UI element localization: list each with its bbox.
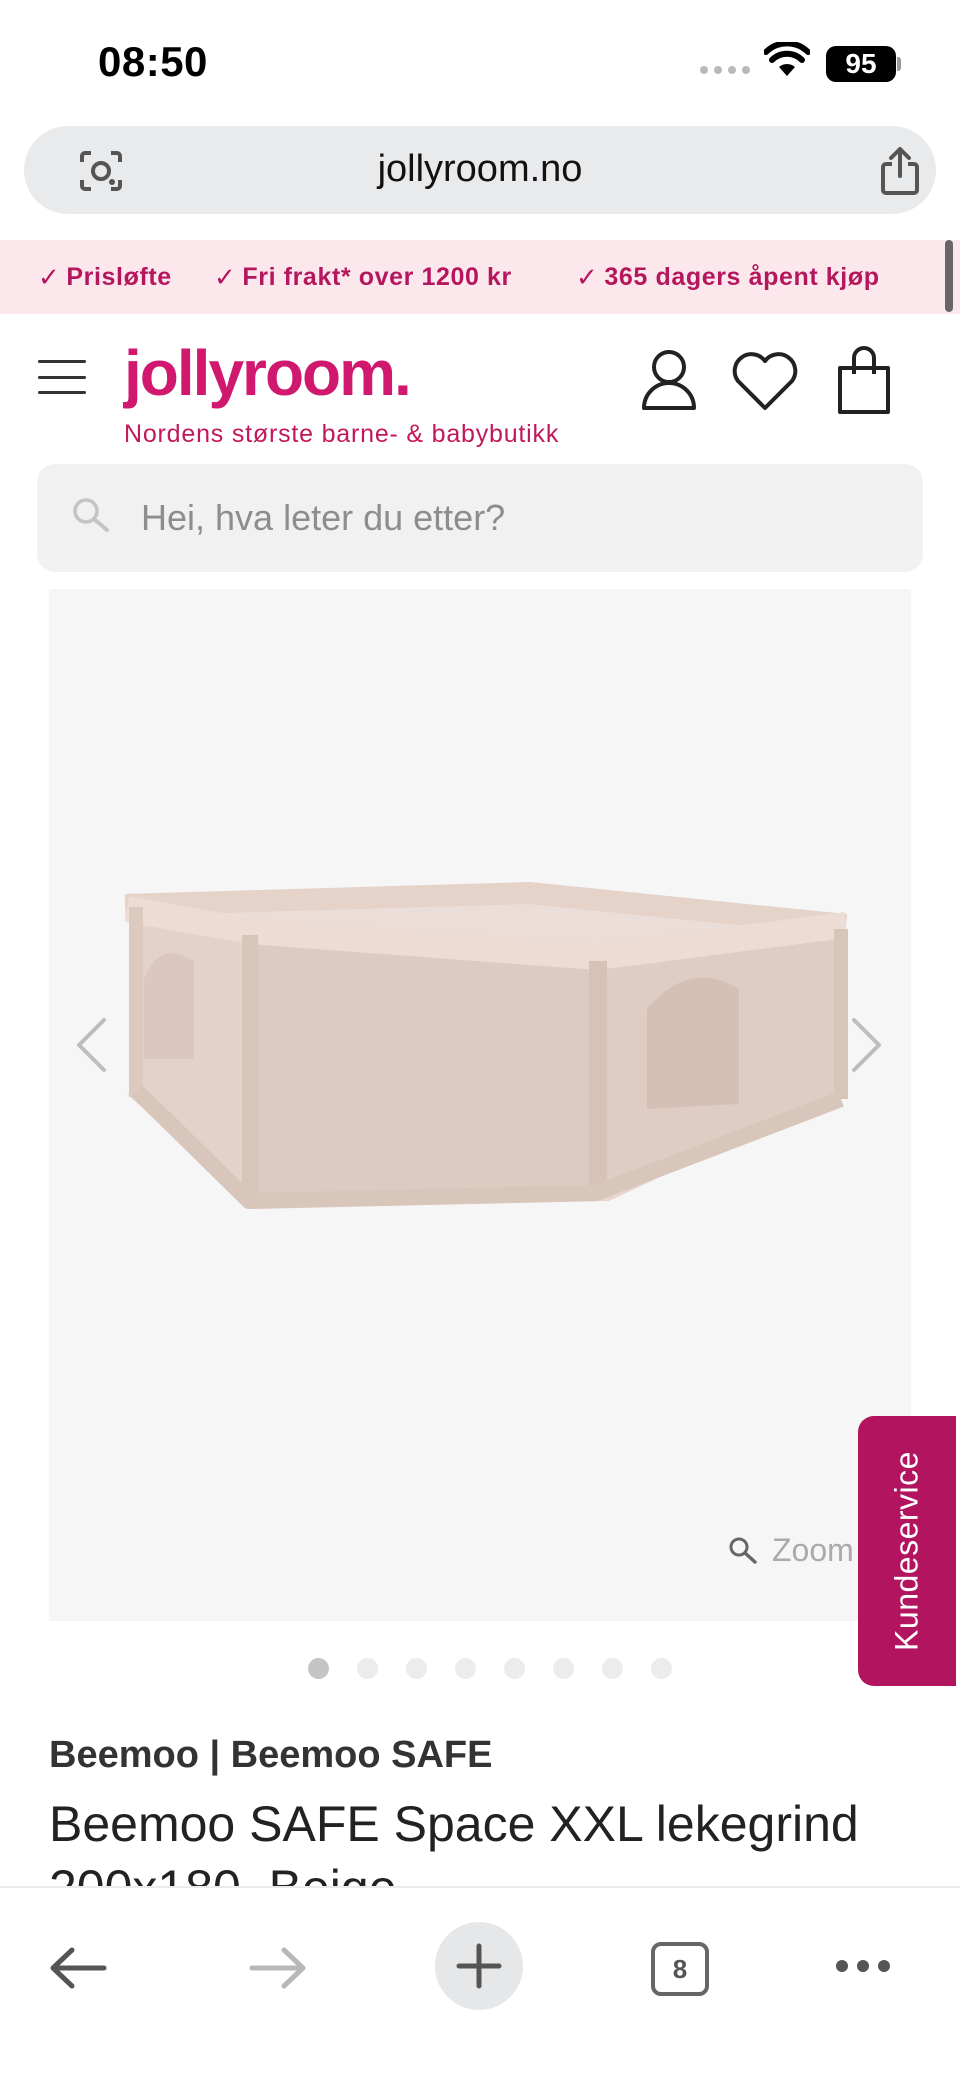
tagline: Nordens største barne- & babybutikk [124, 420, 560, 448]
next-image-arrow-icon[interactable] [850, 1016, 884, 1074]
wishlist-heart-icon[interactable] [730, 352, 800, 412]
usp-scrollbar[interactable] [945, 240, 953, 312]
usp-item: ✓ Fri frakt* over 1200 kr [214, 262, 512, 292]
search-icon [73, 498, 109, 532]
status-time: 08:50 [98, 38, 208, 85]
forward-arrow-icon[interactable] [248, 1946, 308, 1990]
new-tab-button[interactable] [435, 1922, 523, 2010]
gallery-dot[interactable] [553, 1658, 574, 1679]
share-icon[interactable] [878, 146, 922, 196]
gallery-dot[interactable] [455, 1658, 476, 1679]
shopping-bag-icon[interactable] [836, 346, 892, 416]
logo[interactable]: jollyroom. [124, 336, 412, 410]
usp-bar: ✓ Prisløfte ✓ Fri frakt* over 1200 kr ✓ 365… [0, 240, 960, 314]
zoom-magnifier-icon [729, 1537, 757, 1564]
product-brand[interactable]: Beemoo | Beemoo SAFE [49, 1734, 493, 1777]
zoom-label: Zoom [772, 1532, 854, 1568]
account-icon[interactable] [640, 348, 698, 412]
usp-item: ✓ Prisløfte [38, 262, 172, 292]
url-text[interactable]: jollyroom.no [24, 148, 936, 191]
customer-service-tab[interactable]: Kundeservice [858, 1416, 956, 1686]
browser-toolbar: 8 [0, 1886, 960, 2078]
back-arrow-icon[interactable] [48, 1946, 108, 1990]
gallery-dot[interactable] [357, 1658, 378, 1679]
gallery-dot[interactable] [504, 1658, 525, 1679]
search-input[interactable] [141, 492, 881, 544]
customer-service-label: Kundeservice [888, 1451, 925, 1651]
check-icon: ✓ [576, 262, 599, 292]
cellular-signal-icon [700, 66, 750, 74]
previous-image-arrow-icon[interactable] [74, 1016, 108, 1074]
more-options-icon[interactable] [834, 1958, 892, 1974]
zoom-button[interactable]: Zoom [728, 1532, 854, 1569]
menu-icon[interactable] [38, 360, 86, 394]
status-bar: 08:50 95 [0, 0, 960, 122]
gallery-dot[interactable] [651, 1658, 672, 1679]
search-box[interactable] [37, 464, 923, 572]
address-bar[interactable]: jollyroom.no [24, 126, 936, 214]
gallery-dot[interactable] [602, 1658, 623, 1679]
tab-count-button[interactable]: 8 [651, 1942, 709, 1996]
playpen-image [124, 882, 848, 1209]
gallery-pagination-dots[interactable] [308, 1658, 672, 1679]
check-icon: ✓ [214, 262, 237, 292]
gallery-dot[interactable] [406, 1658, 427, 1679]
plus-icon [456, 1943, 502, 1989]
wifi-icon [764, 42, 810, 76]
product-image[interactable] [49, 589, 911, 1621]
battery-tip [897, 57, 901, 71]
check-icon: ✓ [38, 262, 61, 292]
gallery-dot[interactable] [308, 1658, 329, 1679]
battery-level: 95 [826, 46, 896, 82]
usp-item: ✓ 365 dagers åpent kjøp [576, 262, 880, 292]
